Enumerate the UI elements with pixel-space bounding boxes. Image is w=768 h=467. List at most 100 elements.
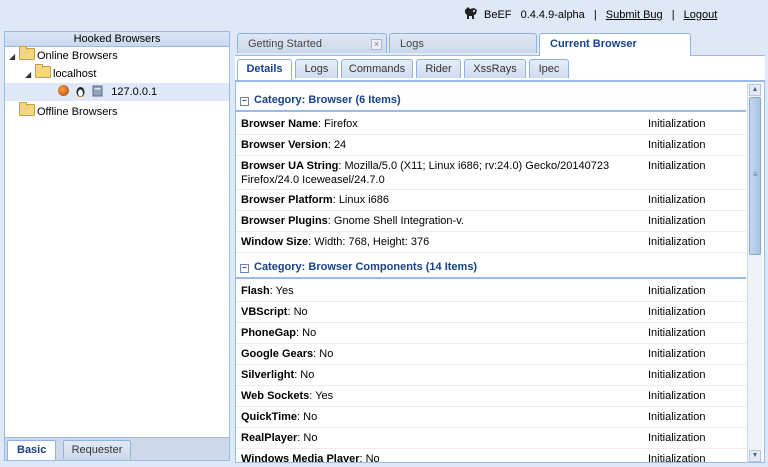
row-value-continued: Firefox/24.0 Iceweasel/24.7.0 — [241, 174, 385, 186]
table-row[interactable]: VBScript: No Initialization — [236, 302, 746, 323]
tab-current-browser[interactable]: Current Browser — [539, 33, 691, 56]
row-value: : No — [294, 369, 315, 381]
tree-node-localhost[interactable]: ◢ localhost — [25, 64, 97, 84]
hooked-browsers-panel: Hooked Browsers ◢ Online Browsers ◢ localh… — [4, 31, 230, 461]
left-panel-tabs: Basic Requester — [5, 437, 229, 460]
row-from: Initialization — [648, 390, 706, 402]
row-from: Initialization — [648, 285, 706, 297]
tab-logs[interactable]: Logs — [295, 59, 338, 78]
group-header-browser-components[interactable]: − Category: Browser Components (14 Items) — [236, 257, 746, 279]
tux-icon — [76, 87, 85, 97]
folder-icon — [19, 102, 35, 116]
tree-node-offline-browsers[interactable]: Offline Browsers — [19, 102, 118, 121]
expand-arrow-icon[interactable]: ◢ — [25, 66, 35, 84]
table-row[interactable]: PhoneGap: No Initialization — [236, 323, 746, 344]
expand-arrow-icon[interactable]: ◢ — [9, 48, 19, 66]
table-row[interactable]: RealPlayer: No Initialization — [236, 428, 746, 449]
row-value: : No — [297, 432, 318, 444]
group-header-browser[interactable]: − Category: Browser (6 Items) — [236, 90, 746, 112]
table-row[interactable]: Browser Platform: Linux i686 Initializat… — [236, 190, 746, 211]
header-separator: | — [671, 9, 675, 21]
submit-bug-link[interactable]: Submit Bug — [606, 9, 663, 21]
tab-basic[interactable]: Basic — [7, 440, 57, 460]
row-key: Google Gears — [241, 348, 314, 360]
row-key: Browser Platform — [241, 194, 333, 206]
scroll-up-icon[interactable]: ▲ — [749, 84, 761, 96]
app-version: 0.4.4.9-alpha — [520, 9, 585, 21]
table-row[interactable]: Flash: Yes Initialization — [236, 281, 746, 302]
tab-getting-started-label: Getting Started — [248, 38, 322, 50]
tab-requester[interactable]: Requester — [63, 440, 131, 459]
row-key: Window Size — [241, 236, 309, 248]
collapse-icon[interactable]: − — [240, 97, 249, 106]
tab-rider[interactable]: Rider — [416, 59, 461, 78]
app-name: BeEF — [484, 9, 512, 21]
row-value: : Firefox — [318, 118, 358, 130]
row-value: : Width: 768, Height: 376 — [308, 236, 430, 248]
row-from: Initialization — [648, 327, 706, 339]
row-from: Initialization — [648, 432, 706, 444]
tab-xssrays[interactable]: XssRays — [464, 59, 526, 78]
row-value: : Mozilla/5.0 (X11; Linux i686; rv:24.0)… — [338, 160, 610, 172]
scroll-down-icon[interactable]: ▼ — [749, 450, 761, 462]
main-panel: Getting Started × Logs Current Browser D… — [235, 31, 765, 463]
computer-icon — [92, 85, 103, 97]
table-row[interactable]: Windows Media Player: No Initialization — [236, 449, 746, 463]
row-key: Browser UA String — [241, 160, 339, 172]
row-from: Initialization — [648, 194, 706, 206]
tab-details[interactable]: Details — [237, 59, 292, 80]
tab-getting-started[interactable]: Getting Started × — [237, 33, 387, 53]
header-separator: | — [593, 9, 597, 21]
table-row[interactable]: Browser UA String: Mozilla/5.0 (X11; Lin… — [236, 156, 746, 190]
row-value: : Linux i686 — [332, 194, 389, 206]
tab-logs-main[interactable]: Logs — [389, 33, 537, 53]
tab-commands[interactable]: Commands — [341, 59, 413, 78]
row-value: : Yes — [309, 390, 334, 402]
collapse-icon[interactable]: − — [240, 264, 249, 273]
row-key: VBScript — [241, 306, 288, 318]
vertical-scrollbar[interactable]: ▲ ≡ ▼ — [747, 83, 762, 462]
row-from: Initialization — [648, 453, 706, 463]
table-row[interactable]: QuickTime: No Initialization — [236, 407, 746, 428]
scrollbar-thumb[interactable]: ≡ — [749, 97, 761, 255]
offline-browsers-label: Offline Browsers — [37, 106, 118, 118]
row-value: : No — [359, 453, 380, 463]
tree-node-online-browsers[interactable]: ◢ Online Browsers — [9, 46, 118, 66]
tab-ipec[interactable]: Ipec — [529, 59, 569, 78]
tree-node-browser[interactable]: 127.0.0.1 — [5, 83, 229, 101]
table-row[interactable]: Browser Plugins: Gnome Shell Integration… — [236, 211, 746, 232]
table-row[interactable]: Browser Name: Firefox Initialization — [236, 114, 746, 135]
row-value: : Yes — [269, 285, 294, 297]
row-from: Initialization — [648, 215, 706, 227]
row-key: Browser Plugins — [241, 215, 328, 227]
table-row[interactable]: Silverlight: No Initialization — [236, 365, 746, 386]
header-links: BeEF 0.4.4.9-alpha | Submit Bug | Logout — [484, 9, 717, 21]
row-value: : 24 — [327, 139, 347, 151]
row-from: Initialization — [648, 306, 706, 318]
row-from: Initialization — [648, 348, 706, 360]
row-from: Initialization — [648, 236, 706, 248]
row-from: Initialization — [648, 369, 706, 381]
localhost-label: localhost — [53, 68, 97, 80]
folder-icon — [35, 64, 51, 78]
row-key: RealPlayer — [241, 432, 298, 444]
close-icon[interactable]: × — [371, 39, 382, 50]
row-key: Silverlight — [241, 369, 295, 381]
row-key: Browser Name — [241, 118, 319, 130]
logout-link[interactable]: Logout — [684, 9, 718, 21]
row-from: Initialization — [648, 118, 706, 130]
table-row[interactable]: Window Size: Width: 768, Height: 376 Ini… — [236, 232, 746, 253]
table-row[interactable]: Browser Version: 24 Initialization — [236, 135, 746, 156]
folder-icon — [19, 46, 35, 60]
group-title: Category: Browser Components (14 Items) — [254, 261, 478, 273]
details-grid: − Category: Browser (6 Items) Browser Nam… — [235, 81, 765, 463]
hooked-browsers-title: Hooked Browsers — [5, 32, 229, 47]
tab-current-browser-label: Current Browser — [550, 38, 637, 50]
table-row[interactable]: Google Gears: No Initialization — [236, 344, 746, 365]
row-key: Flash — [241, 285, 270, 297]
row-key: Web Sockets — [241, 390, 310, 402]
cow-icon — [465, 7, 477, 19]
table-row[interactable]: Web Sockets: Yes Initialization — [236, 386, 746, 407]
firefox-icon — [58, 85, 70, 96]
row-from: Initialization — [648, 139, 706, 151]
